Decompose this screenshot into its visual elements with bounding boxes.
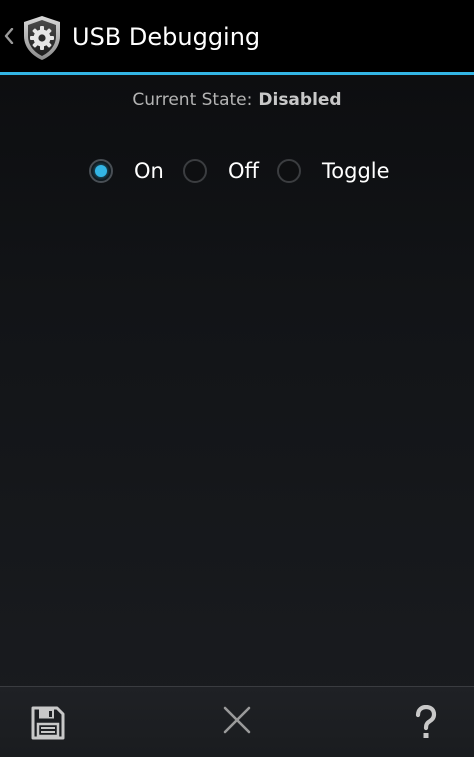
action-bar: USB Debugging	[0, 0, 474, 72]
help-button[interactable]	[378, 687, 474, 757]
state-radio-group: On Off Toggle	[0, 152, 474, 192]
floppy-disk-icon	[31, 706, 65, 740]
action-bar-divider	[0, 72, 474, 75]
chevron-left-icon	[4, 28, 14, 44]
up-navigation-button[interactable]	[0, 0, 64, 72]
radio-off[interactable]: Off	[183, 152, 267, 192]
radio-toggle-indicator	[277, 159, 301, 183]
current-state-value: Disabled	[258, 90, 342, 110]
save-button[interactable]	[0, 687, 96, 757]
radio-checked-dot	[95, 165, 107, 177]
radio-toggle[interactable]: Toggle	[277, 152, 401, 192]
shield-gear-icon	[24, 16, 60, 60]
bottom-action-bar	[0, 687, 474, 757]
close-icon	[223, 706, 251, 734]
cancel-button[interactable]	[189, 687, 285, 757]
radio-toggle-label: Toggle	[322, 159, 390, 183]
question-mark-icon	[415, 705, 437, 738]
radio-off-indicator	[183, 159, 207, 183]
current-state-row: Current State: Disabled	[0, 89, 474, 111]
radio-off-label: Off	[228, 159, 259, 183]
app-window: USB Debugging Current State: Disabled On …	[0, 0, 474, 757]
radio-on-label: On	[134, 159, 164, 183]
radio-on-indicator	[89, 159, 113, 183]
current-state-label: Current State:	[132, 90, 253, 110]
radio-on[interactable]: On	[89, 152, 173, 192]
page-title: USB Debugging	[72, 23, 261, 51]
